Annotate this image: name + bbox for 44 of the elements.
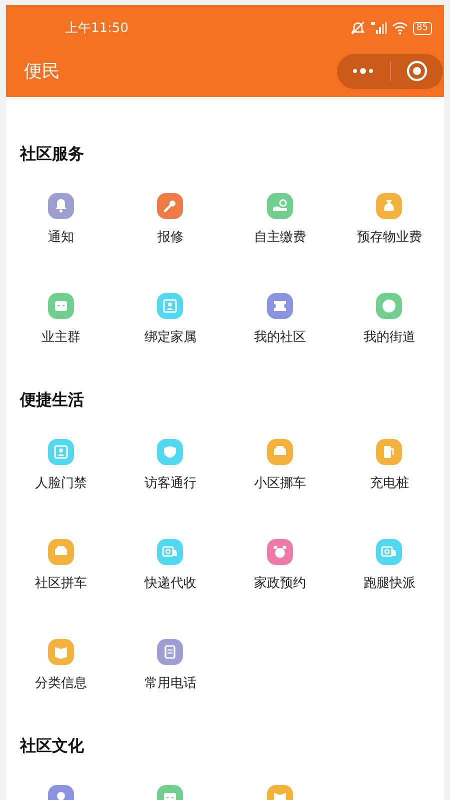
fuel-pump-icon[interactable] [376,439,402,465]
service-label[interactable]: 预存物业费 [356,230,422,246]
mute-icon [350,21,366,36]
wifi-icon [392,21,408,36]
person-card-icon[interactable] [48,439,74,465]
money-bag-icon[interactable] [376,193,402,219]
alarm-clock-icon[interactable] [266,539,293,565]
service-label[interactable]: 充电桩 [370,476,409,492]
section-title: 社区文化 [18,735,85,757]
status-time: 上午11:50 [65,20,128,38]
delivery-truck-icon[interactable] [157,539,184,565]
target-icon [406,60,428,82]
battery-icon: 85 [412,22,432,35]
hand-coin-icon[interactable] [266,193,293,219]
service-label[interactable]: 常用电话 [144,676,196,692]
page-title: 便民 [24,60,60,84]
person-card-icon[interactable] [157,293,184,319]
signal-icon [370,21,387,36]
service-label[interactable]: 快递代收 [144,576,196,592]
service-label[interactable]: 家政预约 [254,576,306,592]
document-icon[interactable] [157,639,184,665]
service-label[interactable]: 人脸门禁 [34,476,87,492]
section-title: 便捷生活 [18,389,85,411]
service-label[interactable]: 社区拼车 [34,576,87,592]
ticket-icon[interactable] [266,293,293,319]
chat-icon[interactable] [48,293,74,319]
more-icon [352,67,374,76]
shield-icon[interactable] [157,439,184,465]
service-label[interactable]: 小区挪车 [254,476,306,492]
open-book-icon[interactable] [48,639,74,665]
service-label[interactable]: 分类信息 [34,676,87,692]
service-label[interactable]: 业主群 [41,330,80,346]
service-label[interactable]: 自主缴费 [254,230,306,246]
service-label[interactable]: 访客通行 [144,476,196,492]
wrench-icon[interactable] [157,193,184,219]
delivery-truck-icon[interactable] [376,539,402,565]
service-label[interactable]: 通知 [48,230,74,246]
section-title: 社区服务 [18,143,85,165]
service-label[interactable]: 跑腿快派 [363,576,416,592]
service-label[interactable]: 我的街道 [363,330,416,346]
service-label[interactable]: 报修 [157,230,184,246]
service-label[interactable]: 我的社区 [254,330,306,346]
bell-icon[interactable] [48,193,74,219]
service-label[interactable]: 绑定家属 [144,330,196,346]
